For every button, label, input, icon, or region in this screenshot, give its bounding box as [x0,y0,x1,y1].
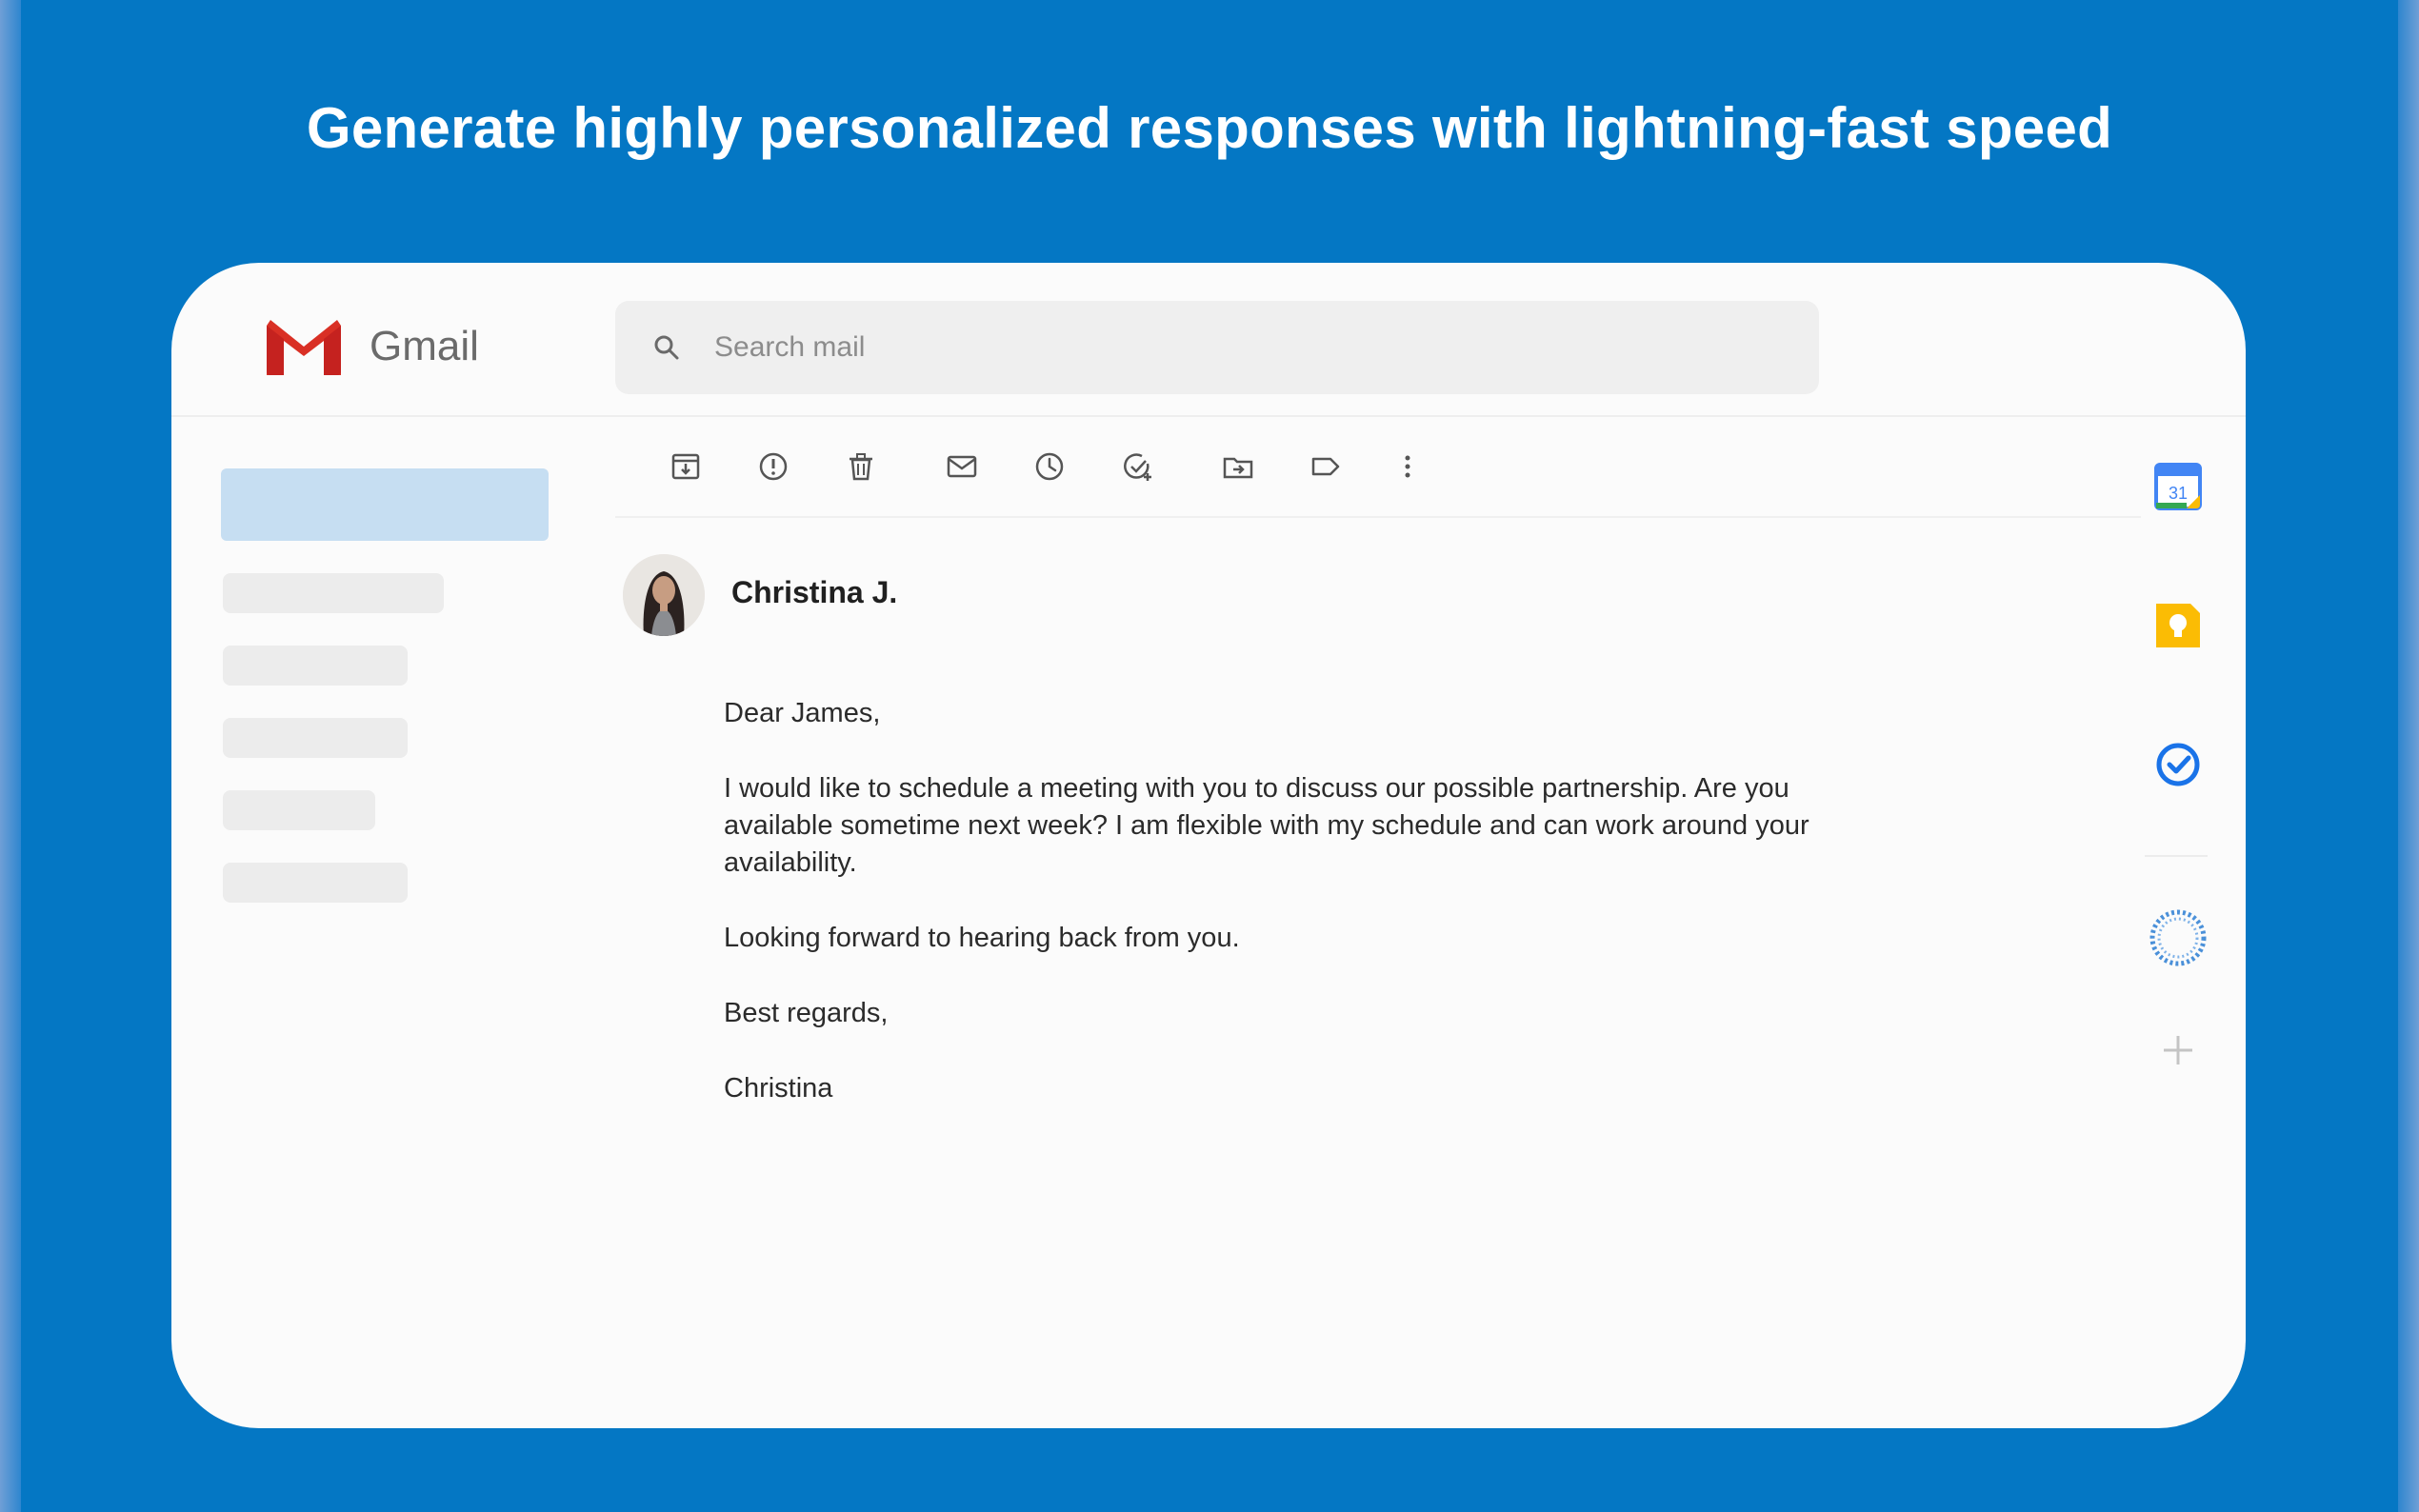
avatar[interactable] [623,554,705,636]
background-edge-right [2398,0,2419,1512]
tasks-icon[interactable] [2152,739,2204,790]
rail-divider [2145,855,2208,857]
sidebar-item-placeholder[interactable] [223,573,444,613]
snooze-icon[interactable] [1030,448,1069,486]
mark-unread-icon[interactable] [943,448,981,486]
search-icon[interactable] [651,332,682,363]
search-bar[interactable] [615,301,1819,394]
gmail-wordmark: Gmail [370,323,479,369]
email-body: Dear James, I would like to schedule a m… [724,695,1886,1145]
calendar-icon[interactable]: 31 [2152,461,2204,512]
calendar-date: 31 [2169,484,2188,503]
gmail-m-icon [267,320,341,375]
sidebar-item-active[interactable] [221,468,549,541]
email-paragraph: I would like to schedule a meeting with … [724,773,1809,878]
email-signoff: Best regards, [724,998,889,1028]
label-icon[interactable] [1307,448,1345,486]
move-to-icon[interactable] [1219,448,1257,486]
email-signature: Christina [724,1073,833,1104]
header-divider [171,415,2246,417]
gmail-window: Gmail Search mail Christina J. Dear Jame… [171,263,2246,1428]
archive-icon[interactable] [667,448,705,486]
report-spam-icon[interactable] [754,448,792,486]
sidebar-item-placeholder[interactable] [223,790,375,830]
add-to-tasks-icon[interactable] [1118,448,1156,486]
toolbar-divider [615,516,2141,518]
email-greeting: Dear James, [724,698,881,728]
sidebar-item-placeholder[interactable] [223,863,408,903]
email-closing-line: Looking forward to hearing back from you… [724,923,1240,953]
sender-photo [623,554,705,636]
sidebar-item-placeholder[interactable] [223,646,408,686]
delete-icon[interactable] [842,448,880,486]
background-edge-left [0,0,21,1512]
headline: Generate highly personalized responses w… [306,96,2113,160]
gmail-logo[interactable]: Gmail [263,316,479,377]
search-input[interactable] [712,330,1573,365]
more-options-icon[interactable] [1389,448,1427,486]
sidebar-item-placeholder[interactable] [223,718,408,758]
loading-spinner-icon [2147,906,2209,969]
add-icon[interactable] [2152,1025,2204,1076]
keep-icon[interactable] [2152,600,2204,651]
sender-name: Christina J. [731,575,898,609]
